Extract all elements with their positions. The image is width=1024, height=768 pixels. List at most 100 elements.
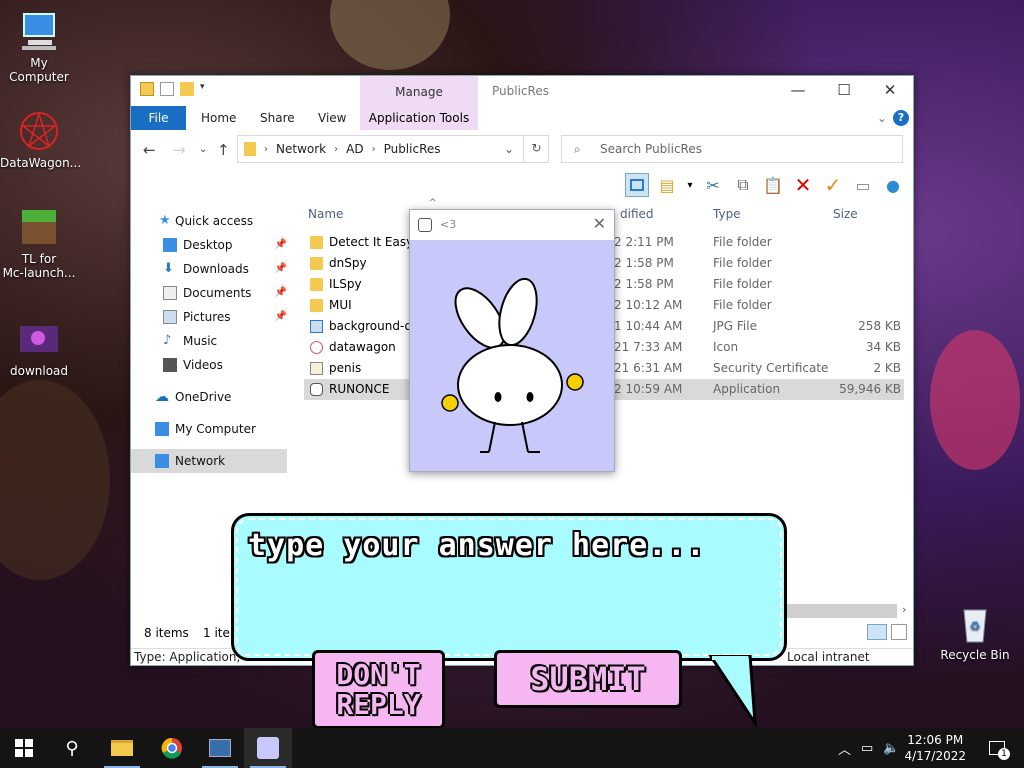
image-thumbnail-icon bbox=[18, 318, 60, 360]
column-name[interactable]: Name bbox=[308, 207, 343, 221]
search-button[interactable]: ⚲ bbox=[48, 728, 96, 768]
recent-chevron-icon[interactable]: ⌄ bbox=[199, 144, 207, 155]
properties-box-icon[interactable]: ▭ bbox=[851, 173, 875, 197]
document-icon bbox=[163, 286, 177, 300]
film-icon bbox=[163, 358, 177, 372]
forward-arrow-icon[interactable]: → bbox=[173, 141, 186, 159]
column-type[interactable]: Type bbox=[713, 207, 741, 221]
system-tray: ︿ ▭ 🔈 bbox=[838, 728, 900, 768]
horizontal-scrollbar[interactable] bbox=[787, 604, 897, 618]
help-icon[interactable]: ? bbox=[893, 110, 909, 126]
search-input[interactable]: ⌕ Search PublicRes bbox=[561, 135, 903, 163]
notification-center-button[interactable]: 1 bbox=[984, 728, 1010, 768]
column-size[interactable]: Size bbox=[833, 207, 858, 221]
popup-close-icon[interactable]: ✕ bbox=[593, 214, 606, 233]
pentagram-icon bbox=[18, 110, 60, 152]
dont-reply-button[interactable]: DON'T REPLY bbox=[312, 650, 445, 729]
properties-icon[interactable] bbox=[160, 82, 174, 96]
nav-pictures[interactable]: Pictures 📌 bbox=[131, 305, 291, 329]
nav-my-computer[interactable]: My Computer bbox=[131, 417, 291, 441]
new-folder-icon[interactable] bbox=[180, 82, 194, 96]
certificate-icon bbox=[310, 362, 323, 375]
tab-file[interactable]: File bbox=[131, 106, 186, 130]
globe-icon[interactable]: ● bbox=[881, 173, 905, 197]
start-button[interactable] bbox=[0, 728, 48, 768]
star-icon: ★ bbox=[159, 213, 171, 228]
desktop-icon-my-computer[interactable]: My Computer bbox=[0, 10, 78, 84]
up-arrow-icon[interactable]: ↑ bbox=[217, 141, 230, 159]
clock[interactable]: 12:06 PM 4/17/2022 bbox=[904, 732, 966, 764]
breadcrumb-network[interactable]: Network bbox=[276, 142, 326, 156]
folder-icon bbox=[310, 257, 323, 270]
desktop-icon-recycle-bin[interactable]: ♻ Recycle Bin bbox=[936, 602, 1014, 662]
quick-access-toolbar: ▾ bbox=[140, 82, 208, 96]
nav-documents[interactable]: Documents 📌 bbox=[131, 281, 291, 305]
search-icon: ⌕ bbox=[574, 142, 581, 156]
new-item-icon[interactable]: ▤ bbox=[655, 173, 679, 197]
tray-chevron-up-icon[interactable]: ︿ bbox=[838, 739, 851, 758]
maximize-button[interactable]: ☐ bbox=[821, 76, 867, 106]
tab-view[interactable]: View bbox=[318, 106, 346, 130]
image-file-icon bbox=[310, 320, 323, 333]
nav-downloads[interactable]: ⬇ Downloads 📌 bbox=[131, 257, 291, 281]
cut-icon[interactable]: ✂ bbox=[701, 173, 725, 197]
nav-network[interactable]: Network bbox=[131, 449, 287, 473]
chevron-down-icon[interactable]: ▾ bbox=[200, 82, 208, 96]
breadcrumb-ad[interactable]: AD bbox=[346, 142, 363, 156]
taskbar-bunny-app[interactable] bbox=[244, 728, 292, 768]
answer-input[interactable]: type your answer here... bbox=[231, 513, 787, 661]
ribbon-expand-chevron-icon[interactable]: ⌄ bbox=[877, 106, 887, 130]
nav-music[interactable]: ♪ Music bbox=[131, 329, 291, 353]
desktop-icon-download[interactable]: download bbox=[0, 318, 78, 378]
minimize-button[interactable]: — bbox=[775, 76, 821, 106]
sort-arrow-icon: ^ bbox=[429, 198, 437, 208]
refresh-button[interactable]: ↻ bbox=[523, 135, 549, 163]
taskbar: ⚲ ︿ ▭ 🔈 12:06 PM 4/17/2022 1 bbox=[0, 728, 1024, 768]
desktop-icon-tl-launcher[interactable]: TL for Mc-launch... bbox=[0, 206, 78, 280]
submit-button[interactable]: SUBMIT bbox=[494, 650, 682, 708]
tab-share[interactable]: Share bbox=[260, 106, 295, 130]
wallpaper-shape bbox=[930, 330, 1020, 470]
details-view-icon[interactable] bbox=[867, 624, 887, 640]
item-count: 8 items bbox=[144, 626, 189, 640]
column-date-modified[interactable]: dified bbox=[620, 207, 654, 221]
taskbar-chrome[interactable] bbox=[148, 728, 196, 768]
desktop-icon-datawagon[interactable]: DataWagon... bbox=[0, 110, 81, 170]
ribbon-tabs: File Home Share View Application Tools ⌄… bbox=[131, 106, 913, 130]
pin-icon: 📌 bbox=[274, 239, 287, 250]
tab-manage[interactable]: Manage bbox=[360, 76, 478, 106]
address-bar[interactable]: › Network › AD › PublicRes ⌄ bbox=[237, 135, 549, 163]
answer-placeholder: type your answer here... bbox=[248, 528, 706, 563]
tab-home[interactable]: Home bbox=[201, 106, 236, 130]
delete-icon[interactable]: ✕ bbox=[791, 173, 815, 197]
address-dropdown-icon[interactable]: ⌄ bbox=[504, 142, 514, 156]
cloud-icon: ☁ bbox=[155, 389, 169, 405]
volume-icon[interactable]: 🔈 bbox=[883, 741, 899, 756]
preview-pane-icon[interactable] bbox=[625, 173, 649, 197]
dropdown-icon[interactable]: ▾ bbox=[685, 173, 695, 197]
scroll-right-icon[interactable]: › bbox=[902, 603, 906, 616]
taskbar-file-explorer[interactable] bbox=[98, 728, 146, 768]
back-arrow-icon[interactable]: ← bbox=[143, 141, 156, 159]
custom-toolbar: ▤ ▾ ✂ ⧉ 📋 ✕ ✓ ▭ ● bbox=[625, 171, 913, 199]
nav-onedrive[interactable]: ☁ OneDrive bbox=[131, 385, 291, 409]
copy-icon[interactable]: ⧉ bbox=[731, 173, 755, 197]
nav-desktop[interactable]: Desktop 📌 bbox=[131, 233, 291, 257]
rename-check-icon[interactable]: ✓ bbox=[821, 173, 845, 197]
tiles-view-icon[interactable] bbox=[891, 624, 907, 640]
desktop-icon bbox=[163, 238, 177, 252]
nav-videos[interactable]: Videos bbox=[131, 353, 291, 377]
paste-icon[interactable]: 📋 bbox=[761, 173, 785, 197]
navigation-bar: ← → ⌄ ↑ › Network › AD › PublicRes ⌄ ↻ ⌕… bbox=[131, 132, 913, 168]
bunny-app-icon bbox=[418, 218, 432, 232]
music-note-icon: ♪ bbox=[163, 333, 172, 348]
close-button[interactable]: ✕ bbox=[867, 76, 913, 106]
taskbar-remote-app[interactable] bbox=[196, 728, 244, 768]
nav-quick-access[interactable]: ★ Quick access bbox=[131, 209, 291, 233]
pin-icon: 📌 bbox=[274, 311, 287, 322]
breadcrumb-publicres[interactable]: PublicRes bbox=[384, 142, 441, 156]
pictures-icon bbox=[163, 310, 177, 324]
network-tray-icon[interactable]: ▭ bbox=[861, 741, 873, 756]
tab-application-tools[interactable]: Application Tools bbox=[360, 106, 478, 130]
